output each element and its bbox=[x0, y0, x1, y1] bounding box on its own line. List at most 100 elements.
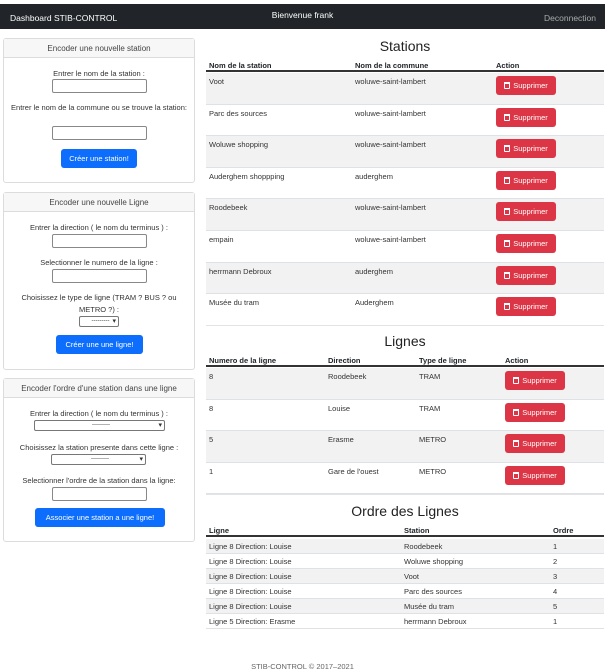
trash-icon bbox=[513, 471, 520, 479]
lines-table-header: Numero de la ligne Direction Type de lig… bbox=[206, 355, 604, 367]
order-title: Ordre des Lignes bbox=[351, 503, 459, 519]
station-form-card: Encoder une nouvelle station Entrer le n… bbox=[3, 38, 195, 183]
line-type-select-value: --------- bbox=[91, 318, 110, 324]
station-form-title: Encoder une nouvelle station bbox=[4, 39, 194, 58]
order-position-cell: 5 bbox=[553, 602, 558, 611]
delete-label: Supprimer bbox=[513, 112, 548, 122]
station-name-cell: Voot bbox=[209, 77, 225, 86]
stations-table: Nom de la station Nom de la commune Acti… bbox=[206, 60, 604, 326]
delete-label: Supprimer bbox=[513, 239, 548, 248]
station-commune-cell: auderghem bbox=[355, 171, 393, 181]
station-form: Entrer le nom de la station : Entrer le … bbox=[4, 58, 194, 182]
table-row: Musée du tram Auderghem Supprimer bbox=[206, 294, 604, 326]
station-name-cell: herrmann Debroux bbox=[209, 266, 272, 276]
line-type-cell: METRO bbox=[419, 466, 447, 476]
stations-col-action: Action bbox=[496, 61, 520, 70]
trash-icon bbox=[504, 271, 511, 279]
line-type-label: Choisissez le type de ligne (TRAM ? BUS … bbox=[21, 293, 177, 314]
station-commune-cell: woluwe-saint-lambert bbox=[355, 140, 426, 150]
trash-icon bbox=[513, 377, 520, 384]
order-station-select-value: --------- bbox=[91, 456, 109, 462]
order-line-cell: Ligne 5 Direction: Erasme bbox=[209, 617, 296, 626]
table-row: Ligne 8 Direction: Louise Voot 3 bbox=[206, 569, 604, 584]
stations-col-commune: Nom de la commune bbox=[355, 61, 429, 70]
station-commune-cell: woluwe-saint-lambert bbox=[355, 203, 426, 213]
station-name-cell: Roodebeek bbox=[209, 203, 248, 213]
create-station-button[interactable]: Créer une station! bbox=[61, 149, 137, 168]
delete-station-button[interactable]: Supprimer bbox=[496, 234, 556, 253]
line-type-select[interactable]: --------- bbox=[79, 316, 119, 327]
delete-label: Supprimer bbox=[513, 207, 548, 217]
delete-station-button[interactable]: Supprimer bbox=[496, 107, 556, 127]
station-name-cell: Woluwe shopping bbox=[209, 140, 269, 150]
delete-station-button[interactable]: Supprimer bbox=[496, 139, 556, 159]
station-name-cell: empain bbox=[209, 235, 234, 244]
line-number-cell: 5 bbox=[209, 435, 214, 444]
order-col-order: Ordre bbox=[553, 526, 574, 535]
welcome-text: Bienvenue frank bbox=[271, 10, 334, 20]
table-row: herrmann Debroux auderghem Supprimer bbox=[206, 262, 604, 295]
lines-col-number: Numero de la ligne bbox=[209, 356, 277, 365]
order-position-input[interactable] bbox=[52, 487, 147, 501]
trash-icon bbox=[504, 145, 511, 153]
delete-label: Supprimer bbox=[513, 175, 548, 185]
line-type-cell: TRAM bbox=[419, 403, 441, 413]
order-station-select[interactable]: --------- bbox=[51, 454, 146, 465]
logout-link[interactable]: Deconnection bbox=[544, 13, 596, 23]
delete-line-button[interactable]: Supprimer bbox=[505, 434, 565, 453]
order-station-cell: herrmann Debroux bbox=[404, 617, 467, 626]
delete-label: Supprimer bbox=[513, 302, 548, 312]
order-table-header: Ligne Station Ordre bbox=[206, 525, 604, 537]
order-position-cell: 2 bbox=[553, 557, 558, 566]
trash-icon bbox=[513, 408, 520, 416]
order-form-card: Encoder l'ordre d'une station dans une l… bbox=[3, 378, 195, 542]
line-direction-cell: Louise bbox=[328, 403, 351, 413]
delete-station-button[interactable]: Supprimer bbox=[496, 265, 556, 285]
delete-line-button[interactable]: Supprimer bbox=[505, 465, 565, 485]
line-form: Entrer la direction ( le nom du terminus… bbox=[4, 212, 194, 369]
delete-label: Supprimer bbox=[513, 144, 548, 154]
delete-label: Supprimer bbox=[522, 439, 557, 448]
create-line-button[interactable]: Créer une une ligne! bbox=[56, 335, 143, 354]
order-line-cell: Ligne 8 Direction: Louise bbox=[209, 572, 292, 581]
order-line-cell: Ligne 8 Direction: Louise bbox=[209, 587, 292, 596]
delete-station-button[interactable]: Supprimer bbox=[496, 297, 556, 317]
station-name-cell: Auderghem shoppping bbox=[209, 171, 285, 181]
table-row: Voot woluwe-saint-lambert Supprimer bbox=[206, 73, 604, 105]
associate-station-button[interactable]: Associer une station a une ligne! bbox=[35, 508, 165, 527]
table-row: Parc des sources woluwe-saint-lambert Supp… bbox=[206, 105, 604, 137]
order-line-cell: Ligne 8 Direction: Louise bbox=[209, 542, 292, 551]
delete-line-button[interactable]: Supprimer bbox=[505, 371, 565, 390]
line-number-cell: 8 bbox=[209, 372, 214, 381]
order-station-cell: Parc des sources bbox=[404, 587, 462, 596]
stations-col-name: Nom de la station bbox=[209, 61, 272, 70]
delete-label: Supprimer bbox=[513, 81, 548, 90]
line-direction-input[interactable] bbox=[52, 234, 147, 248]
order-station-cell: Woluwe shopping bbox=[404, 557, 464, 566]
delete-label: Supprimer bbox=[522, 376, 557, 385]
delete-station-button[interactable]: Supprimer bbox=[496, 76, 556, 95]
order-table: Ligne Station Ordre Ligne 8 Direction: L… bbox=[206, 525, 604, 630]
table-row: Auderghem shoppping auderghem Supprimer bbox=[206, 168, 604, 200]
divider bbox=[206, 325, 604, 326]
line-direction-label: Entrer la direction ( le nom du terminus… bbox=[30, 223, 168, 232]
trash-icon bbox=[504, 176, 511, 184]
order-form-title: Encoder l'ordre d'une station dans une l… bbox=[4, 379, 194, 398]
delete-line-button[interactable]: Supprimer bbox=[505, 402, 565, 422]
table-row: Woluwe shopping woluwe-saint-lambert Suppr… bbox=[206, 136, 604, 168]
line-number-input[interactable] bbox=[52, 269, 147, 283]
delete-station-button[interactable]: Supprimer bbox=[496, 170, 556, 190]
station-commune-cell: woluwe-saint-lambert bbox=[355, 235, 426, 244]
lines-col-action: Action bbox=[505, 356, 529, 365]
order-direction-select[interactable]: --------- bbox=[34, 420, 165, 431]
station-commune-input[interactable] bbox=[52, 126, 147, 140]
line-direction-cell: Erasme bbox=[328, 435, 354, 444]
station-name-input[interactable] bbox=[52, 79, 147, 93]
line-number-cell: 8 bbox=[209, 403, 214, 413]
table-row: empain woluwe-saint-lambert Supprimer bbox=[206, 231, 604, 263]
table-row: Ligne 5 Direction: Erasme herrmann Debrou… bbox=[206, 614, 604, 629]
delete-station-button[interactable]: Supprimer bbox=[496, 202, 556, 222]
footer-text: STIB-CONTROL © 2017–2021 bbox=[251, 662, 354, 671]
line-form-card: Encoder une nouvelle Ligne Entrer la dir… bbox=[3, 192, 195, 370]
order-position-cell: 1 bbox=[553, 542, 558, 551]
